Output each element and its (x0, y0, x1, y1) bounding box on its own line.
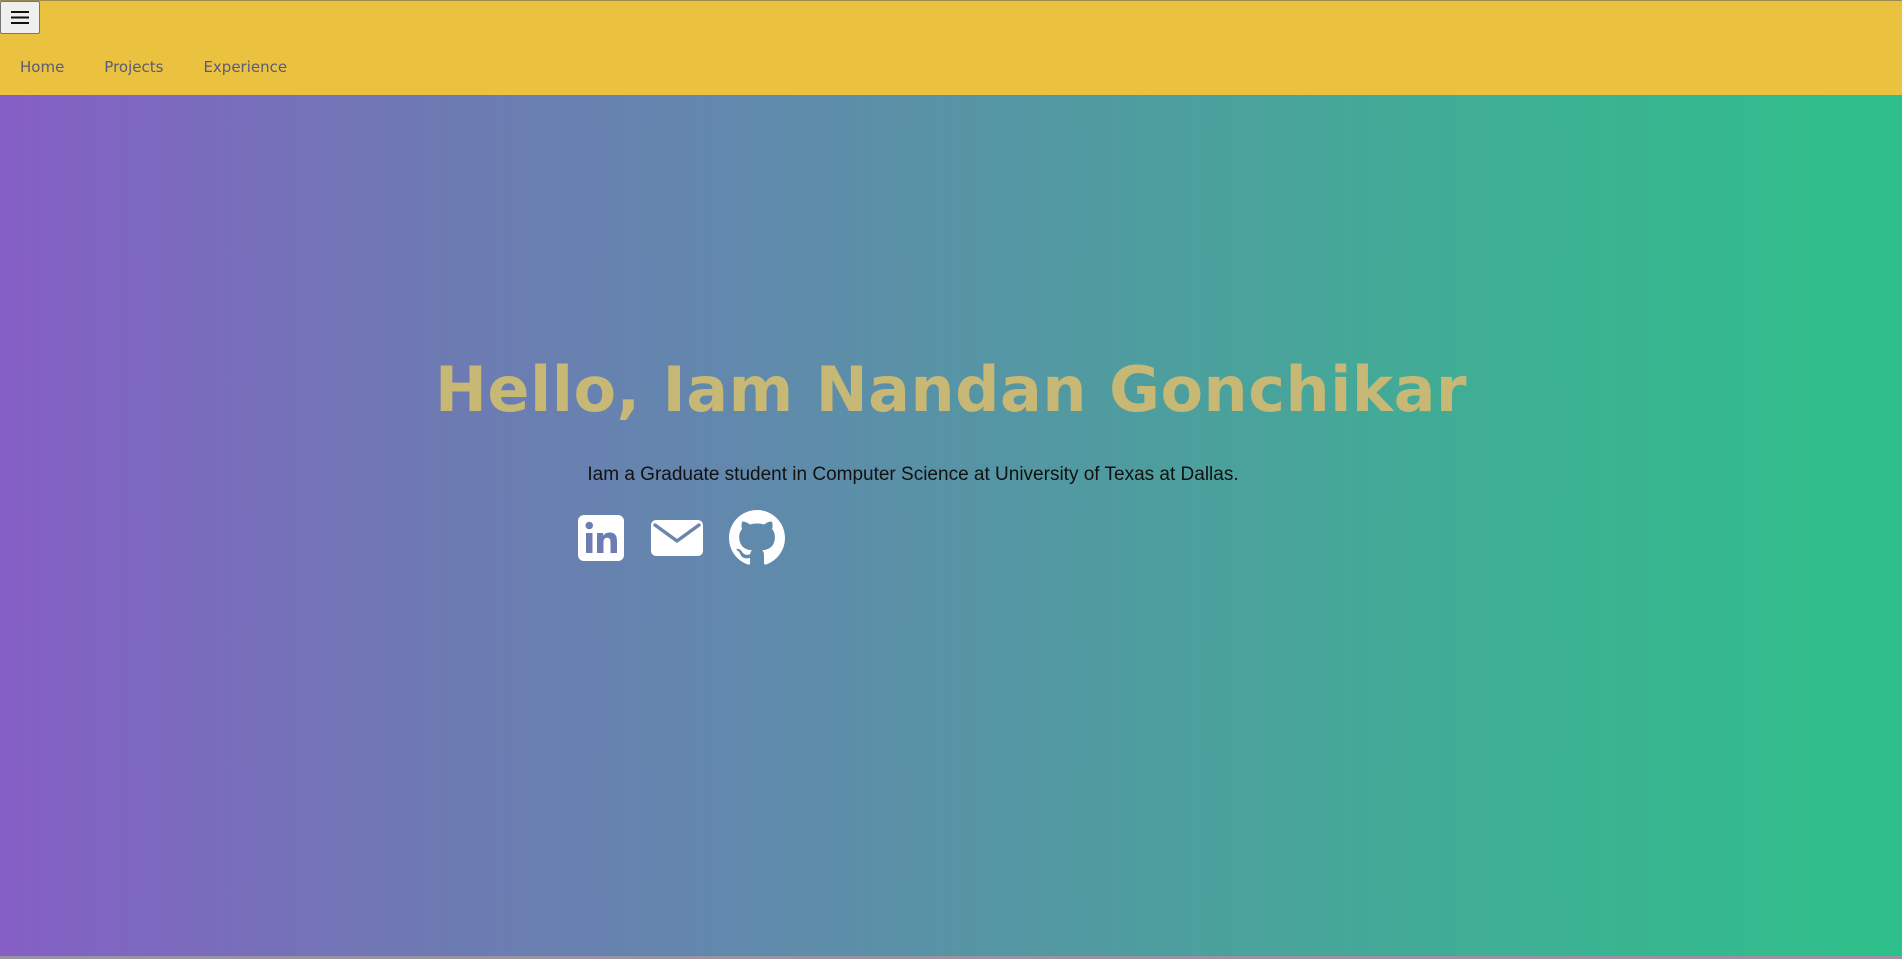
hero-section (0, 95, 1902, 956)
linkedin-link[interactable] (577, 514, 625, 562)
nav-link-home[interactable]: Home (20, 55, 64, 79)
github-icon (729, 510, 785, 566)
nav-links: Home Projects Experience (0, 55, 307, 79)
hero-title: Hello, Iam Nandan Gonchikar (435, 353, 1467, 426)
github-link[interactable] (729, 510, 785, 566)
hero-subtitle: Iam a Graduate student in Computer Scien… (587, 464, 1239, 485)
hamburger-menu-icon (11, 11, 29, 24)
page: Home Projects Experience Hello, Iam Nand… (0, 0, 1902, 959)
menu-toggle-button[interactable] (0, 1, 40, 34)
linkedin-icon (577, 514, 625, 562)
mail-icon (649, 514, 705, 562)
top-navbar: Home Projects Experience (0, 0, 1902, 95)
social-links (577, 510, 809, 566)
email-link[interactable] (649, 514, 705, 562)
nav-link-projects[interactable]: Projects (104, 55, 163, 79)
nav-link-experience[interactable]: Experience (203, 55, 287, 79)
